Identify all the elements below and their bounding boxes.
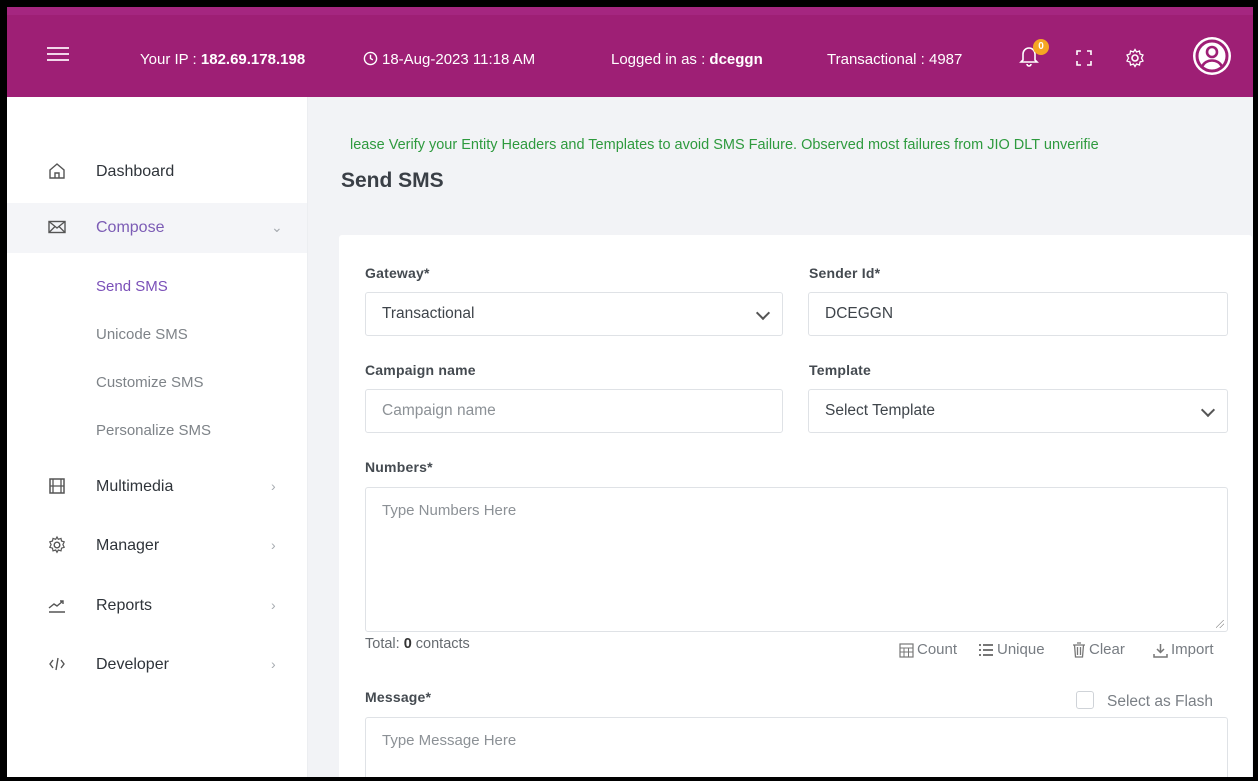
settings-gear-icon[interactable] bbox=[1125, 48, 1145, 72]
code-icon bbox=[49, 657, 65, 671]
trash-icon bbox=[1073, 642, 1085, 658]
chevron-down-icon bbox=[755, 305, 771, 321]
sidebar-item-manager[interactable]: Manager › bbox=[7, 521, 307, 571]
import-button[interactable]: Import bbox=[1153, 641, 1214, 658]
sidebar: Dashboard Compose ⌄ Send SMS Unicode SMS… bbox=[7, 97, 308, 777]
sidebar-item-dashboard[interactable]: Dashboard bbox=[7, 147, 307, 197]
list-icon bbox=[979, 644, 993, 657]
sender-id-label: Sender Id* bbox=[809, 265, 881, 281]
sidebar-item-label: Dashboard bbox=[96, 163, 175, 180]
total-prefix: Total: bbox=[365, 636, 404, 652]
sender-id-field[interactable]: DCEGGN bbox=[808, 292, 1228, 336]
sender-id-value: DCEGGN bbox=[825, 305, 894, 322]
clear-button[interactable]: Clear bbox=[1072, 641, 1125, 658]
notice-marquee: lease Verify your Entity Headers and Tem… bbox=[350, 137, 1099, 153]
count-button[interactable]: Count bbox=[899, 641, 957, 658]
user-info: Logged in as : dceggn bbox=[611, 51, 763, 68]
ip-info: Your IP : 182.69.178.198 bbox=[140, 51, 305, 68]
sidebar-sub-send-sms[interactable]: Send SMS bbox=[96, 278, 168, 295]
flash-checkbox[interactable] bbox=[1076, 691, 1094, 709]
main-content: lease Verify your Entity Headers and Tem… bbox=[308, 97, 1253, 777]
film-icon bbox=[49, 478, 65, 494]
template-select[interactable]: Select Template bbox=[808, 389, 1228, 433]
user-value: dceggn bbox=[709, 51, 763, 68]
import-icon bbox=[1153, 643, 1168, 658]
template-value: Select Template bbox=[825, 402, 935, 419]
campaign-name-placeholder: Campaign name bbox=[382, 402, 496, 419]
sidebar-item-label: Manager bbox=[96, 537, 160, 554]
ip-label: Your IP : bbox=[140, 51, 201, 68]
gear-icon bbox=[48, 535, 66, 554]
count-label: Count bbox=[917, 641, 958, 658]
gateway-label: Gateway* bbox=[365, 265, 430, 281]
total-count: 0 bbox=[403, 636, 412, 652]
message-label: Message* bbox=[365, 689, 432, 705]
campaign-name-input[interactable]: Campaign name bbox=[365, 389, 783, 433]
chevron-down-icon: ⌄ bbox=[271, 219, 283, 235]
calculator-icon bbox=[899, 642, 914, 658]
chevron-right-icon: › bbox=[271, 597, 276, 613]
numbers-label: Numbers* bbox=[365, 459, 433, 475]
chevron-right-icon: › bbox=[271, 537, 276, 553]
chevron-right-icon: › bbox=[271, 656, 276, 672]
fullscreen-icon[interactable] bbox=[1075, 49, 1093, 71]
sidebar-item-label: Multimedia bbox=[96, 478, 174, 495]
user-avatar-icon bbox=[1195, 39, 1229, 73]
envelope-icon bbox=[48, 220, 66, 234]
chart-line-icon bbox=[48, 600, 65, 613]
transactional-balance: Transactional : 4987 bbox=[827, 51, 963, 68]
flash-label: Select as Flash bbox=[1107, 693, 1213, 710]
user-label: Logged in as : bbox=[611, 51, 710, 68]
chevron-right-icon: › bbox=[271, 478, 276, 494]
unique-label: Unique bbox=[997, 641, 1045, 658]
clock-icon bbox=[363, 51, 378, 66]
total-suffix: contacts bbox=[411, 636, 470, 652]
top-accent-strip bbox=[7, 7, 1253, 15]
sidebar-item-developer[interactable]: Developer › bbox=[7, 640, 307, 690]
datetime-text: 18-Aug-2023 11:18 AM bbox=[382, 51, 536, 68]
unique-button[interactable]: Unique bbox=[978, 641, 1045, 658]
send-sms-form-card: Gateway* Transactional Sender Id* DCEGGN… bbox=[339, 235, 1252, 777]
page-title: Send SMS bbox=[341, 169, 444, 192]
message-placeholder: Type Message Here bbox=[382, 732, 517, 749]
notification-bell-icon[interactable]: 0 bbox=[1019, 39, 1049, 71]
home-icon bbox=[49, 163, 65, 179]
sidebar-item-reports[interactable]: Reports › bbox=[7, 581, 307, 631]
datetime-info: 18-Aug-2023 11:18 AM bbox=[363, 51, 535, 68]
chevron-down-icon bbox=[1200, 402, 1216, 418]
app-window: Your IP : 182.69.178.198 18-Aug-2023 11:… bbox=[0, 0, 1258, 781]
sidebar-item-multimedia[interactable]: Multimedia › bbox=[7, 462, 307, 512]
user-avatar[interactable] bbox=[1193, 37, 1231, 75]
sidebar-item-label: Compose bbox=[96, 219, 165, 236]
contacts-total: Total: 0 contacts bbox=[365, 636, 470, 652]
sidebar-sub-unicode-sms[interactable]: Unicode SMS bbox=[96, 326, 188, 343]
top-bar: Your IP : 182.69.178.198 18-Aug-2023 11:… bbox=[7, 7, 1253, 97]
import-label: Import bbox=[1171, 641, 1214, 658]
template-label: Template bbox=[809, 362, 872, 378]
numbers-textarea[interactable]: Type Numbers Here bbox=[365, 487, 1228, 632]
notification-badge: 0 bbox=[1033, 39, 1049, 55]
gateway-select[interactable]: Transactional bbox=[365, 292, 783, 336]
sidebar-item-label: Reports bbox=[96, 597, 153, 614]
gateway-value: Transactional bbox=[382, 305, 475, 322]
numbers-placeholder: Type Numbers Here bbox=[382, 502, 517, 519]
sidebar-sub-customize-sms[interactable]: Customize SMS bbox=[96, 374, 204, 391]
clear-label: Clear bbox=[1089, 641, 1125, 658]
sidebar-item-label: Developer bbox=[96, 656, 169, 673]
sidebar-item-compose[interactable]: Compose ⌄ bbox=[7, 203, 307, 253]
campaign-name-label: Campaign name bbox=[365, 362, 476, 378]
hamburger-menu-icon[interactable] bbox=[47, 47, 69, 63]
ip-value: 182.69.178.198 bbox=[200, 51, 306, 68]
sidebar-sub-personalize-sms[interactable]: Personalize SMS bbox=[96, 422, 211, 439]
resize-handle-icon[interactable] bbox=[1216, 620, 1224, 628]
message-textarea[interactable]: Type Message Here bbox=[365, 717, 1228, 777]
